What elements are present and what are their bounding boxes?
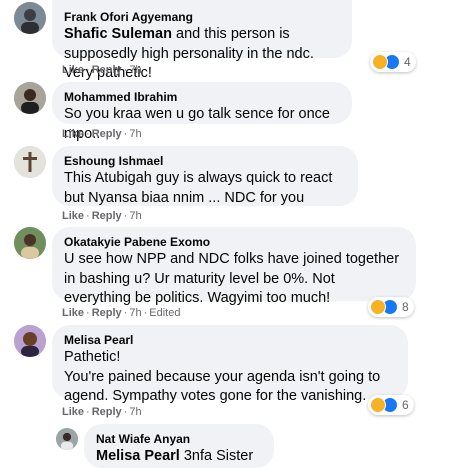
reply-button[interactable]: Reply (92, 406, 122, 418)
reply-button[interactable]: Reply (92, 64, 122, 76)
haha-icon (372, 54, 388, 70)
avatar[interactable] (14, 146, 46, 178)
comment-author[interactable]: Mohammed Ibrahim (64, 89, 340, 105)
comment-time[interactable]: 7h (129, 210, 141, 222)
like-button[interactable]: Like (62, 307, 84, 319)
reply-button[interactable]: Reply (92, 307, 122, 319)
avatar[interactable] (14, 82, 46, 114)
comment-actions: Like · Reply · 7h (62, 64, 142, 76)
comment-text: Pathetic! You're pained because your age… (64, 349, 381, 404)
avatar[interactable] (14, 325, 46, 357)
like-button[interactable]: Like (62, 406, 84, 418)
comment-time[interactable]: 7h (129, 64, 141, 76)
comment-author[interactable]: Frank Ofori Agyemang (64, 9, 340, 25)
reactions-summary[interactable]: 8 (368, 297, 414, 317)
like-button[interactable]: Like (62, 64, 84, 76)
reactions-summary[interactable]: 4 (370, 52, 416, 72)
comment-author[interactable]: Melisa Pearl (64, 332, 396, 348)
reaction-count: 8 (402, 300, 409, 314)
comment-text: This Atubigah guy is always quick to rea… (64, 170, 333, 206)
comment-text: U see how NPP and NDC folks have joined … (64, 251, 400, 306)
avatar[interactable] (14, 2, 46, 34)
comment-bubble: Melisa Pearl Pathetic! You're pained bec… (52, 325, 408, 404)
like-button[interactable]: Like (62, 128, 84, 140)
reaction-count: 6 (402, 398, 409, 412)
avatar[interactable] (56, 428, 78, 450)
comment-actions: Like · Reply · 7h (62, 406, 142, 418)
comment-author[interactable]: Nat Wiafe Anyan (96, 431, 262, 447)
comment-time[interactable]: 7h (129, 406, 141, 418)
comment-body: 3nfa Sister (183, 448, 254, 464)
mention-link[interactable]: Shafic Suleman (64, 26, 172, 42)
haha-icon (370, 397, 386, 413)
reactions-summary[interactable]: 6 (368, 395, 414, 415)
comment-bubble: Nat Wiafe Anyan Melisa Pearl 3nfa Sister (84, 424, 274, 468)
haha-icon (370, 299, 386, 315)
comment-actions: Like · Reply · 7h (62, 128, 142, 140)
avatar[interactable] (14, 227, 46, 259)
comment-bubble: Frank Ofori Agyemang Shafic Suleman and … (52, 0, 352, 81)
comment-author[interactable]: Eshoung Ishmael (64, 153, 346, 169)
comment-actions: Like · Reply · 7h · Edited (62, 307, 181, 319)
edited-label: Edited (149, 307, 181, 319)
comment-time[interactable]: 7h (129, 307, 141, 319)
comment-time[interactable]: 7h (129, 128, 141, 140)
comment-text: Melisa Pearl 3nfa Sister (96, 447, 262, 467)
comment-bubble: Okatakyie Pabene Exomo U see how NPP and… (52, 227, 416, 306)
like-button[interactable]: Like (62, 210, 84, 222)
reply-button[interactable]: Reply (92, 210, 122, 222)
mention-link[interactable]: Melisa Pearl (96, 448, 180, 464)
comment-actions: Like · Reply · 7h (62, 210, 142, 222)
reaction-count: 4 (404, 55, 411, 69)
reply-button[interactable]: Reply (92, 128, 122, 140)
comment-bubble: Eshoung Ishmael This Atubigah guy is alw… (52, 146, 358, 206)
comment-author[interactable]: Okatakyie Pabene Exomo (64, 234, 404, 250)
comment-bubble: Mohammed Ibrahim So you kraa wen u go ta… (52, 82, 352, 142)
